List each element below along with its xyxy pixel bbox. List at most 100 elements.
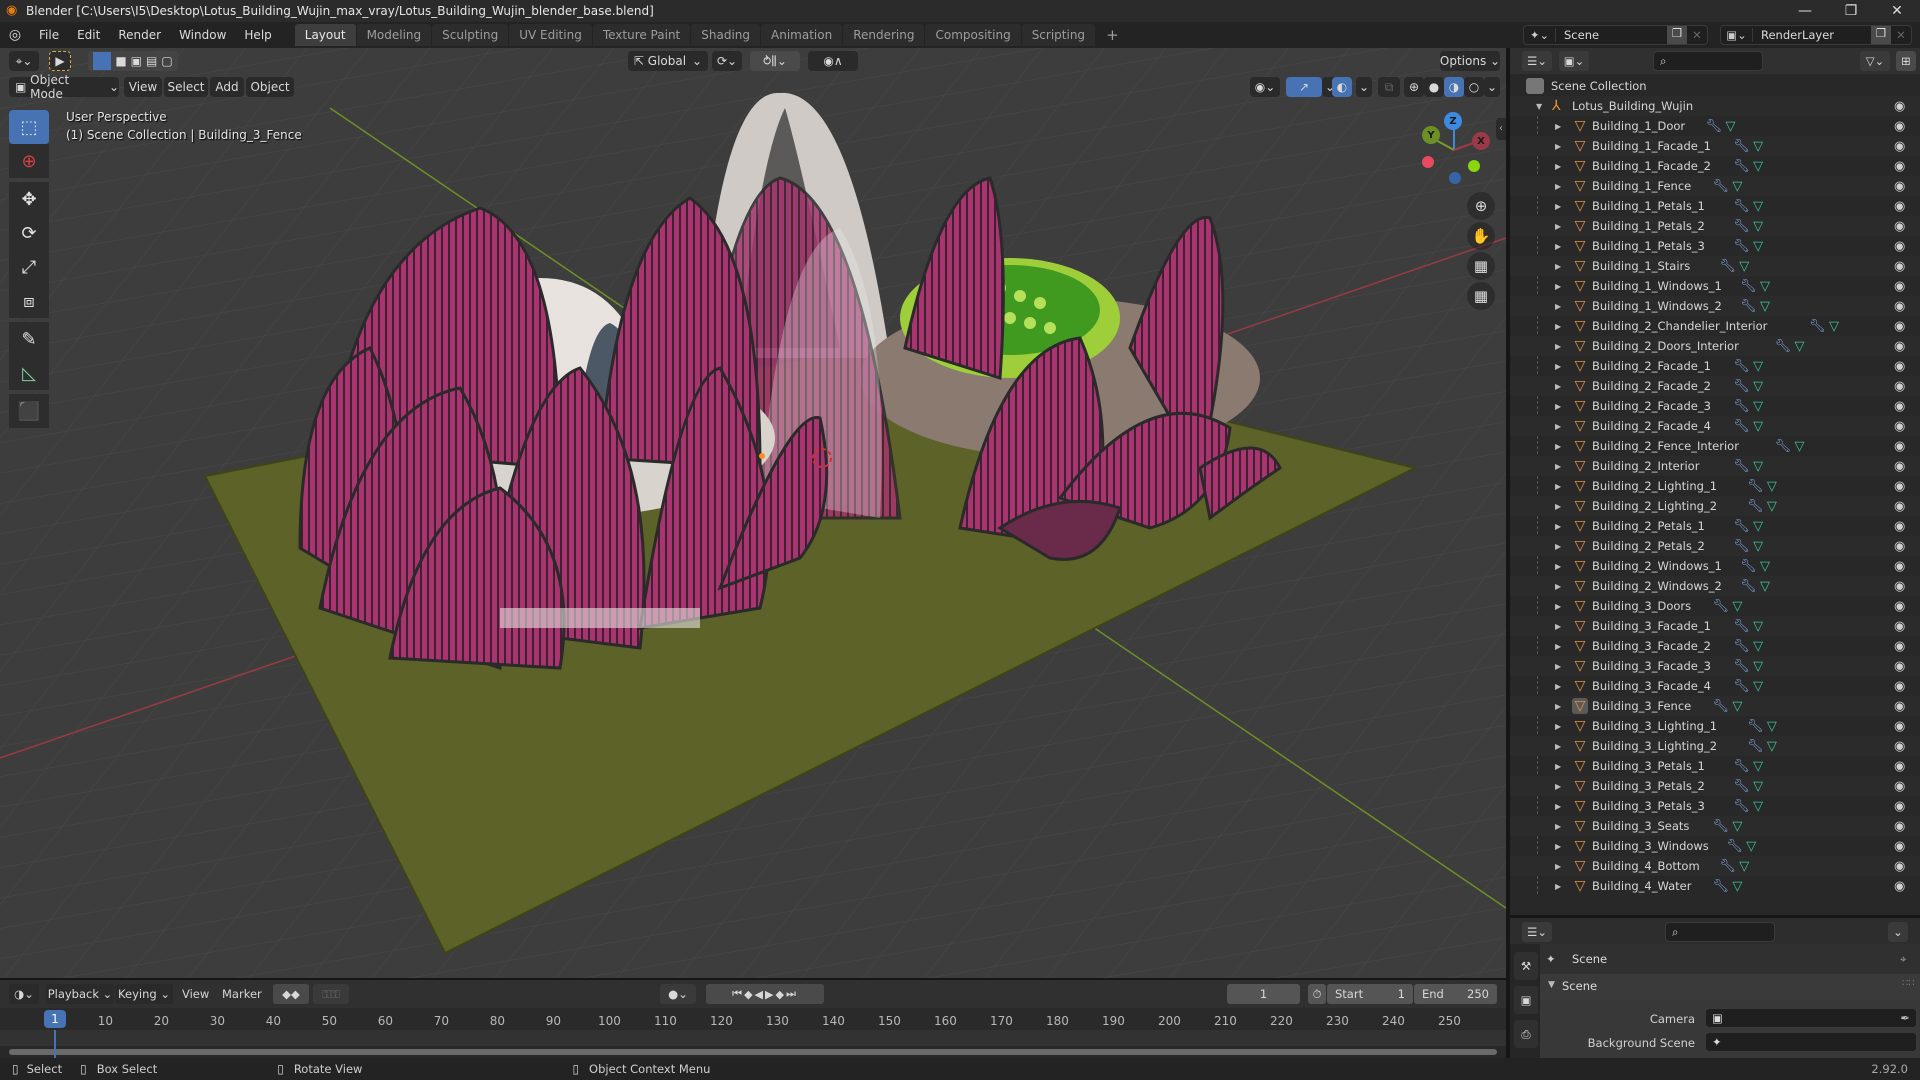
mesh-data-icon[interactable]: ▽ [1732,699,1742,714]
modifier-wrench-icon[interactable]: 🔧︎ [1809,319,1826,334]
tool-move-icon[interactable]: ✥ [9,182,49,216]
menu-file[interactable]: File [30,22,68,48]
scene-collection-row[interactable]: Scene Collection [1510,76,1920,96]
shading-dropdown[interactable]: ⌄ [1484,77,1500,97]
expand-icon[interactable]: ▶ [1555,862,1561,871]
outliner-item[interactable]: ▶ ▽ Building_2_Interior 🔧︎ ▽ ◉ [1510,456,1920,476]
outliner-item[interactable]: ▶ ▽ Building_2_Petals_1 🔧︎ ▽ ◉ [1510,516,1920,536]
eyedropper-icon[interactable]: ✒ [1900,1011,1910,1025]
mesh-data-icon[interactable]: ▽ [1753,239,1763,254]
outliner-item[interactable]: ▶ ▽ Building_2_Fence_Interior 🔧︎ ▽ ◉ [1510,436,1920,456]
mesh-data-icon[interactable]: ▽ [1753,219,1763,234]
properties-options-dropdown[interactable]: ⌄ [1888,922,1908,942]
keyframe-area[interactable] [0,1030,1506,1046]
menu-help[interactable]: Help [235,22,280,48]
tab-layout[interactable]: Layout [294,24,356,46]
tool-cursor-icon[interactable]: ⊕ [9,144,49,178]
visibility-eye-icon[interactable]: ◉ [1894,699,1905,714]
outliner-search-input[interactable]: ⌕ [1653,51,1763,71]
modifier-wrench-icon[interactable]: 🔧︎ [1733,199,1750,214]
mesh-data-icon[interactable]: ▽ [1760,279,1770,294]
modifier-wrench-icon[interactable]: 🔧︎ [1733,539,1750,554]
options-dropdown[interactable]: Options ⌄ [1440,51,1500,71]
tool-add-cube-icon[interactable]: ⬛ [9,394,49,428]
mesh-data-icon[interactable]: ▽ [1753,659,1763,674]
mode-intersect-icon[interactable]: ▢ [161,54,172,68]
visibility-eye-icon[interactable]: ◉ [1894,639,1905,654]
modifier-wrench-icon[interactable]: 🔧︎ [1733,379,1750,394]
play-reverse-icon[interactable]: ◀ [755,988,765,1001]
expand-icon[interactable]: ▶ [1555,802,1561,811]
shading-rendered-button[interactable]: ○ [1464,77,1484,97]
sidebar-toggle-icon[interactable]: ‹ [1496,118,1506,140]
snap-button[interactable]: ⥁⫼⌄ [750,51,800,71]
tab-tool-icon[interactable]: ⚒ [1514,952,1538,980]
next-keyframe-icon[interactable]: ◆ [775,988,785,1001]
start-frame-field[interactable]: Start 1 [1327,984,1413,1004]
expand-icon[interactable]: ▶ [1555,882,1561,891]
tab-sculpting[interactable]: Sculpting [432,24,509,46]
expand-icon[interactable]: ▶ [1555,402,1561,411]
modifier-wrench-icon[interactable]: 🔧︎ [1733,139,1750,154]
modifier-wrench-icon[interactable]: 🔧︎ [1733,219,1750,234]
mesh-data-icon[interactable]: ▽ [1753,379,1763,394]
mesh-data-icon[interactable]: ▽ [1753,199,1763,214]
menu-view[interactable]: View [124,77,162,97]
mesh-data-icon[interactable]: ▽ [1753,619,1763,634]
expand-icon[interactable]: ▶ [1555,122,1561,131]
mesh-data-icon[interactable]: ▽ [1753,159,1763,174]
tool-scale-icon[interactable]: ⤢ [9,250,49,284]
expand-icon[interactable]: ▶ [1555,182,1561,191]
visibility-eye-icon[interactable]: ◉ [1894,679,1905,694]
mesh-data-icon[interactable]: ▽ [1753,679,1763,694]
visibility-eye-icon[interactable]: ◉ [1894,759,1905,774]
outliner-item[interactable]: ▶ ▽ Building_2_Windows_1 🔧︎ ▽ ◉ [1510,556,1920,576]
camera-field[interactable]: ▣ ✒ [1705,1008,1917,1028]
timeline-menu-view[interactable]: View [182,987,209,1001]
tab-modeling[interactable]: Modeling [356,24,432,46]
expand-icon[interactable]: ▶ [1555,382,1561,391]
duplicate-scene-icon[interactable]: ❐ [1667,26,1687,44]
tab-rendering[interactable]: Rendering [843,24,925,46]
modifier-wrench-icon[interactable]: 🔧︎ [1733,659,1750,674]
mesh-data-icon[interactable]: ▽ [1753,799,1763,814]
selection-mode-group[interactable]: ■ ▣ ▤ ▢ [88,51,178,71]
outliner-item[interactable]: ▶ ▽ Building_2_Doors_Interior 🔧︎ ▽ ◉ [1510,336,1920,356]
scene-panel-header[interactable]: ▼ Scene ∷∷ [1540,974,1920,1000]
expand-icon[interactable]: ▶ [1555,202,1561,211]
outliner-item[interactable]: ▶ ▽ Building_1_Door 🔧︎ ▽ ◉ [1510,116,1920,136]
outliner-item[interactable]: ▶ ▽ Building_2_Facade_3 🔧︎ ▽ ◉ [1510,396,1920,416]
visibility-eye-icon[interactable]: ◉ [1894,399,1905,414]
mode-extend-icon[interactable]: ■ [115,54,126,68]
modifier-wrench-icon[interactable]: 🔧︎ [1733,799,1750,814]
modifier-wrench-icon[interactable]: 🔧︎ [1740,579,1757,594]
visibility-eye-icon[interactable]: ◉ [1894,799,1905,814]
modifier-wrench-icon[interactable]: 🔧︎ [1733,639,1750,654]
filter-dropdown[interactable]: ▽⌄ [1860,51,1890,71]
expand-icon[interactable]: ▶ [1555,602,1561,611]
visibility-eye-icon[interactable]: ◉ [1894,219,1905,234]
expand-collapse-icon[interactable]: ▼ [1536,102,1542,111]
visibility-eye-icon[interactable]: ◉ [1894,99,1905,114]
menu-render[interactable]: Render [109,22,170,48]
mesh-data-icon[interactable]: ▽ [1753,759,1763,774]
expand-icon[interactable]: ▶ [1555,582,1561,591]
outliner-item[interactable]: ▶ ▽ Building_4_Water 🔧︎ ▽ ◉ [1510,876,1920,896]
playhead-line[interactable] [54,1030,56,1058]
current-frame-field[interactable]: 1 [1227,984,1300,1004]
end-frame-field[interactable]: End 250 [1414,984,1497,1004]
expand-icon[interactable]: ▶ [1555,442,1561,451]
expand-icon[interactable]: ▶ [1555,722,1561,731]
tool-rotate-icon[interactable]: ⟳ [9,216,49,250]
modifier-wrench-icon[interactable]: 🔧︎ [1712,819,1729,834]
menu-edit[interactable]: Edit [68,22,109,48]
expand-icon[interactable]: ▶ [1555,362,1561,371]
modifier-wrench-icon[interactable]: 🔧︎ [1740,279,1757,294]
visibility-eye-icon[interactable]: ◉ [1894,659,1905,674]
mesh-data-icon[interactable]: ▽ [1739,859,1749,874]
outliner-item[interactable]: ▶ ▽ Building_3_Doors 🔧︎ ▽ ◉ [1510,596,1920,616]
gizmo-neg-y[interactable] [1468,160,1480,172]
properties-search-input[interactable]: ⌕ [1665,922,1775,942]
modifier-wrench-icon[interactable]: 🔧︎ [1719,859,1736,874]
expand-icon[interactable]: ▶ [1555,282,1561,291]
